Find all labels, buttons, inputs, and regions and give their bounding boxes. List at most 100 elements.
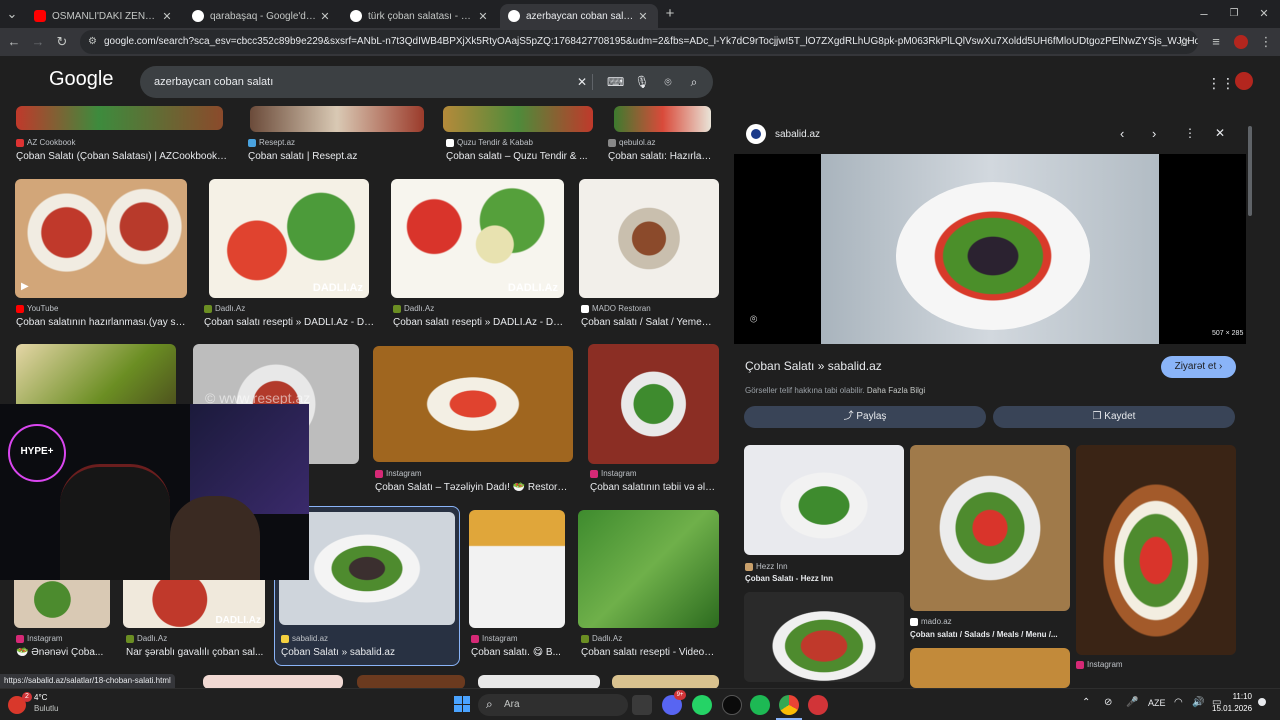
save-button[interactable]: ❒ Kaydet [993,406,1235,428]
site-info-icon[interactable]: ⚙ [88,30,97,54]
close-icon[interactable]: ✕ [476,10,490,23]
result-title[interactable]: Çoban salatı – Quzu Tendir & ... [446,151,588,162]
lens-search-icon[interactable]: ⌾ [750,312,757,327]
discord-icon[interactable]: 9+ [662,690,686,715]
clear-icon[interactable]: ✕ [574,74,590,90]
result-image[interactable] [579,179,719,298]
result-image[interactable] [612,675,719,688]
next-icon[interactable]: › [1152,126,1156,141]
notification-icon[interactable] [1258,698,1266,706]
new-tab-button[interactable]: + [662,6,678,22]
result-title[interactable]: Çoban salatı | Resept.az [248,151,428,162]
result-title[interactable]: Nar şərablı gavalılı çoban sal... [126,647,264,658]
search-input[interactable]: azerbaycan coban salatı [154,66,273,98]
tab-2[interactable]: qarabaşaq - Google'da Ara ✕ [184,4,340,28]
result-title[interactable]: Çoban salatının hazırlanması.(yay sa... [16,317,188,328]
microphone-icon[interactable]: 🎤 [1126,697,1138,708]
profile-avatar[interactable] [1234,35,1248,49]
result-title[interactable]: Çoban Salatı – Təzəliyin Dadı! 🥗 Restora… [375,482,571,493]
apps-grid-icon[interactable]: ⋮⋮ [1207,75,1235,92]
task-view-icon[interactable] [632,695,652,715]
language-indicator[interactable]: AZE [1148,698,1166,708]
share-button[interactable]: ⤴ Paylaş [744,406,986,428]
result-image[interactable] [373,346,573,462]
start-button[interactable] [454,696,470,712]
tab-3[interactable]: türk çoban salatası - Google'da Ara ✕ [342,4,498,28]
reload-button[interactable]: ↻ [54,34,70,50]
taskbar-search-input[interactable]: Ara [504,699,520,710]
forward-button[interactable]: → [30,34,46,50]
result-title[interactable]: Çoban Salatı » sabalid.az [281,647,453,658]
result-image[interactable] [16,106,223,130]
result-title[interactable]: Çoban salatının təbii və əlav... [590,482,717,493]
more-info-link[interactable]: Daha Fazla Bilgi [867,386,925,395]
address-bar[interactable]: ⚙ google.com/search?sca_esv=cbcc352c89b9… [80,30,1198,54]
close-icon[interactable]: ✕ [318,10,332,23]
result-title[interactable]: Çoban salatı resepti - Video r... [581,647,715,658]
tab-1[interactable]: OSMANLI'DAKİ ZENGİN vs. FAKİR ✕ [26,4,182,28]
related-image[interactable] [744,592,904,682]
result-image[interactable] [357,675,465,688]
result-image[interactable]: DADLI.Az [391,179,564,298]
google-logo[interactable]: Google [49,68,114,91]
show-hidden-icons[interactable]: ⌃ [1082,697,1090,708]
related-image[interactable] [1076,445,1236,655]
result-image[interactable] [478,675,600,688]
network-off-icon[interactable]: ⊘ [1104,697,1112,708]
clock-time[interactable]: 11:10 [1232,692,1252,701]
tab-search-icon[interactable]: ⌄ [4,6,20,22]
result-title[interactable]: Çoban Salatı (Çoban Salatası) | AZCookbo… [16,151,228,162]
related-image[interactable] [910,445,1070,611]
lens-icon[interactable]: ⌾ [660,74,676,90]
result-image[interactable] [588,344,719,464]
related-image[interactable] [744,445,904,555]
account-avatar[interactable] [1235,72,1253,90]
obs-icon[interactable] [722,695,742,715]
preview-image[interactable] [821,154,1159,344]
maximize-button[interactable]: ❐ [1226,6,1242,22]
menu-icon[interactable]: ⋮ [1258,34,1274,50]
whatsapp-icon[interactable] [692,695,712,715]
microphone-icon[interactable]: 🎙 [634,74,650,90]
result-image[interactable]: ▶ [15,179,187,298]
reading-list-icon[interactable]: ≡ [1208,34,1224,50]
minimize-button[interactable]: – [1196,6,1212,22]
spotify-icon[interactable] [750,695,770,715]
related-image[interactable] [910,648,1070,688]
panel-site-name[interactable]: sabalid.az [775,129,820,140]
result-title[interactable]: Çoban salatı. 😋 B... [471,647,565,658]
clock-date[interactable]: 15.01.2026 [1212,704,1252,713]
result-image[interactable]: DADLI.Az [209,179,369,298]
result-image[interactable] [578,510,719,628]
weather-desc[interactable]: Bulutlu [34,704,58,713]
result-title[interactable]: Çoban salatı: Hazırlan... [608,151,713,162]
close-icon[interactable]: ✕ [636,10,650,23]
weather-icon[interactable]: 2 [8,692,32,714]
bookmark-star-icon[interactable]: ☆ [1176,34,1192,50]
app-icon[interactable] [808,695,828,715]
more-options-icon[interactable]: ⋮ [1184,126,1196,140]
search-icon[interactable]: ⌕ [686,74,702,90]
scrollbar-thumb[interactable] [1248,126,1252,216]
search-box[interactable]: azerbaycan coban salatı ✕ ⌨ 🎙 ⌾ ⌕ [140,66,713,98]
result-title[interactable]: Çoban salatı resepti » DADLI.Az - Da... [204,317,376,328]
result-image[interactable] [203,675,343,688]
related-title[interactable]: Çoban Salatı - Hezz Inn [745,574,905,583]
result-image[interactable] [469,510,565,628]
window-close-button[interactable]: ✕ [1256,6,1272,22]
related-title[interactable]: Çoban salatı / Salads / Meals / Menu /..… [910,630,1070,639]
close-panel-icon[interactable]: ✕ [1215,126,1225,140]
result-image[interactable] [250,106,424,132]
result-title[interactable]: Çoban salatı resepti » DADLI.Az - Da... [393,317,565,328]
result-title[interactable]: Çoban salatı / Salat / Yemekl... [581,317,715,328]
keyboard-icon[interactable]: ⌨ [607,74,624,90]
chrome-icon[interactable] [779,695,799,715]
weather-temp[interactable]: 4°C [34,693,47,702]
taskbar-search[interactable]: ⌕ Ara [478,694,628,716]
result-image[interactable] [443,106,593,132]
visit-button[interactable]: Ziyarət et › [1161,356,1236,378]
panel-title[interactable]: Çoban Salatı » sabalid.az [745,359,882,373]
close-icon[interactable]: ✕ [160,10,174,23]
previous-icon[interactable]: ‹ [1120,126,1124,141]
result-image[interactable] [614,106,711,132]
